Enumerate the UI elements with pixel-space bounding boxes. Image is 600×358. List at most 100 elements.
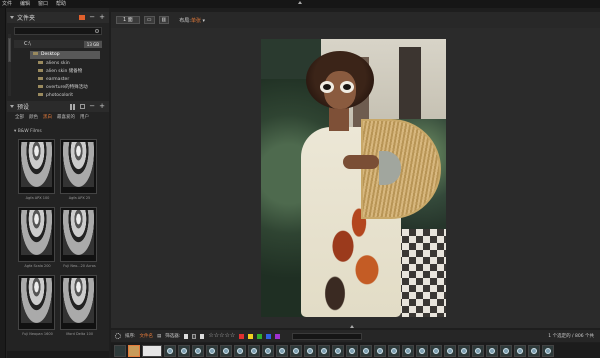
filmstrip-thumbnail[interactable]	[500, 344, 512, 357]
tab-favorites[interactable]: 最喜爱的	[56, 114, 76, 122]
filmstrip-thumbnail[interactable]	[248, 344, 260, 357]
filmstrip-thumbnail[interactable]	[346, 344, 358, 357]
star-rating-filter[interactable]: ☆☆☆☆☆	[208, 333, 235, 339]
preset-preview	[21, 142, 52, 187]
filmstrip-thumbnail[interactable]	[542, 344, 554, 357]
color-label-green[interactable]	[257, 333, 263, 339]
filmstrip-thumbnail[interactable]	[304, 344, 316, 357]
filmstrip-thumbnail[interactable]	[472, 344, 484, 357]
thumbnail-preview	[251, 347, 257, 354]
folders-panel-header[interactable]: 文件夹 − +	[7, 12, 109, 23]
preset-thumbnail[interactable]: Agfa APX 25	[60, 139, 97, 200]
filmstrip-thumbnail[interactable]	[206, 344, 218, 357]
filmstrip-thumbnail-selected[interactable]	[128, 344, 140, 357]
filmstrip-thumbnail[interactable]	[192, 344, 204, 357]
filmstrip-thumbnail[interactable]	[276, 344, 288, 357]
expand-filmstrip-icon[interactable]	[350, 325, 354, 328]
filmstrip-thumbnail[interactable]	[234, 344, 246, 357]
filmstrip-thumbnail[interactable]	[402, 344, 414, 357]
color-label-blue[interactable]	[266, 333, 272, 339]
drive-row[interactable]: C:\ 13 GB	[14, 40, 102, 48]
color-label-yellow[interactable]	[248, 333, 254, 339]
preset-preview	[21, 278, 52, 323]
folder-item-desktop[interactable]: Desktop	[30, 51, 100, 59]
filmstrip-thumbnail[interactable]	[178, 344, 190, 357]
menu-edit[interactable]: 编辑	[20, 0, 30, 8]
filmstrip-thumbnail[interactable]	[528, 344, 540, 357]
unflag-icon[interactable]	[200, 333, 205, 339]
add-preset-icon[interactable]: +	[99, 103, 105, 110]
collapse-top-icon[interactable]	[298, 1, 302, 4]
fit-button[interactable]: 1 面	[116, 16, 140, 24]
folders-scrollbar[interactable]	[8, 34, 11, 96]
preset-category[interactable]: ▾ B&W Films	[14, 129, 42, 134]
presets-panel-header[interactable]: 预设 − +	[7, 101, 109, 112]
filmstrip-thumbnail[interactable]	[458, 344, 470, 357]
filmstrip-thumbnail[interactable]	[374, 344, 386, 357]
add-icon[interactable]: +	[99, 14, 105, 21]
filmstrip-thumbnail[interactable]	[416, 344, 428, 357]
menu-help[interactable]: 帮助	[56, 0, 66, 8]
tab-user[interactable]: 用户	[79, 114, 90, 122]
folder-search-input[interactable]	[14, 27, 102, 35]
filmstrip-thumbnail[interactable]	[318, 344, 330, 357]
bottom-toolbar: 排序: 文件名 ▤ 筛选器: ☆☆☆☆☆ 1 个选定的 / 806 个共	[111, 330, 600, 342]
filmstrip-thumbnail[interactable]	[444, 344, 456, 357]
collapse-triangle-icon[interactable]	[10, 105, 14, 108]
filter-search-input[interactable]	[292, 332, 363, 340]
single-view-icon[interactable]: ▭	[143, 16, 155, 24]
reject-flag-icon[interactable]	[192, 333, 197, 339]
folder-item[interactable]: photocolorit	[38, 92, 73, 100]
color-label-purple[interactable]	[275, 333, 281, 339]
folder-item[interactable]: overture的特殊活动	[38, 84, 88, 92]
thumbnail-preview	[279, 347, 285, 354]
filmstrip-thumbnail[interactable]	[142, 344, 162, 357]
filter-label: 筛选器:	[165, 334, 181, 339]
sort-order-icon[interactable]: ▤	[157, 334, 161, 339]
main-photo[interactable]	[261, 39, 446, 317]
filmstrip-thumbnail[interactable]	[514, 344, 526, 357]
filmstrip-thumbnail[interactable]	[388, 344, 400, 357]
folder-item[interactable]: aliens skin	[38, 60, 70, 68]
preset-thumbnail[interactable]: Fuji Neo...20 Acros	[60, 207, 97, 268]
filmstrip-thumbnail[interactable]	[114, 344, 126, 357]
folder-item[interactable]: alien skin 储备物	[38, 68, 82, 76]
scrollbar-thumb[interactable]	[8, 38, 11, 62]
thumbnail-preview	[209, 347, 215, 354]
sort-dropdown[interactable]: 文件名	[140, 333, 154, 339]
compare-view-icon[interactable]: ▥	[158, 16, 170, 24]
filmstrip-thumbnail[interactable]	[332, 344, 344, 357]
folder-item[interactable]: earmaster	[38, 76, 69, 84]
menu-file[interactable]: 文件	[2, 0, 12, 8]
layout-selector[interactable]: 布局:单张 ▾	[179, 17, 205, 24]
flag-icon[interactable]	[184, 333, 189, 339]
preset-thumbnail[interactable]: Ilford Delta 100	[60, 275, 97, 336]
tab-color[interactable]: 颜色	[28, 114, 39, 122]
list-view-icon[interactable]	[80, 104, 86, 109]
remove-preset-icon[interactable]: −	[89, 103, 95, 110]
color-label-red[interactable]	[239, 333, 245, 339]
preset-thumbnail[interactable]: Fuji Neopan 1600	[18, 275, 55, 336]
folders-panel-title: 文件夹	[17, 15, 36, 22]
grid-view-icon[interactable]	[70, 103, 77, 110]
filmstrip-thumbnail[interactable]	[262, 344, 274, 357]
preset-tabs: 全部 颜色 黑白 最喜爱的 用户	[14, 114, 90, 122]
gear-icon[interactable]	[115, 333, 121, 339]
filmstrip-thumbnail[interactable]	[220, 344, 232, 357]
left-panel-tab[interactable]	[0, 8, 6, 358]
menu-window[interactable]: 窗口	[38, 0, 48, 8]
filmstrip-thumbnail[interactable]	[360, 344, 372, 357]
preset-thumbnail[interactable]: Agfa APX 100	[18, 139, 55, 200]
filmstrip-thumbnail[interactable]	[164, 344, 176, 357]
remove-icon[interactable]: −	[89, 14, 95, 21]
preset-thumbnail[interactable]: Agfa Scala 200	[18, 207, 55, 268]
collapse-triangle-icon[interactable]	[10, 16, 14, 19]
tab-bw[interactable]: 黑白	[42, 114, 53, 122]
filmstrip-thumbnail[interactable]	[430, 344, 442, 357]
tab-all[interactable]: 全部	[14, 114, 25, 122]
filmstrip	[111, 343, 600, 358]
filmstrip-thumbnail[interactable]	[486, 344, 498, 357]
filmstrip-thumbnail[interactable]	[290, 344, 302, 357]
folder-options-icon[interactable]	[79, 15, 86, 20]
thumbnail-preview	[475, 347, 481, 354]
